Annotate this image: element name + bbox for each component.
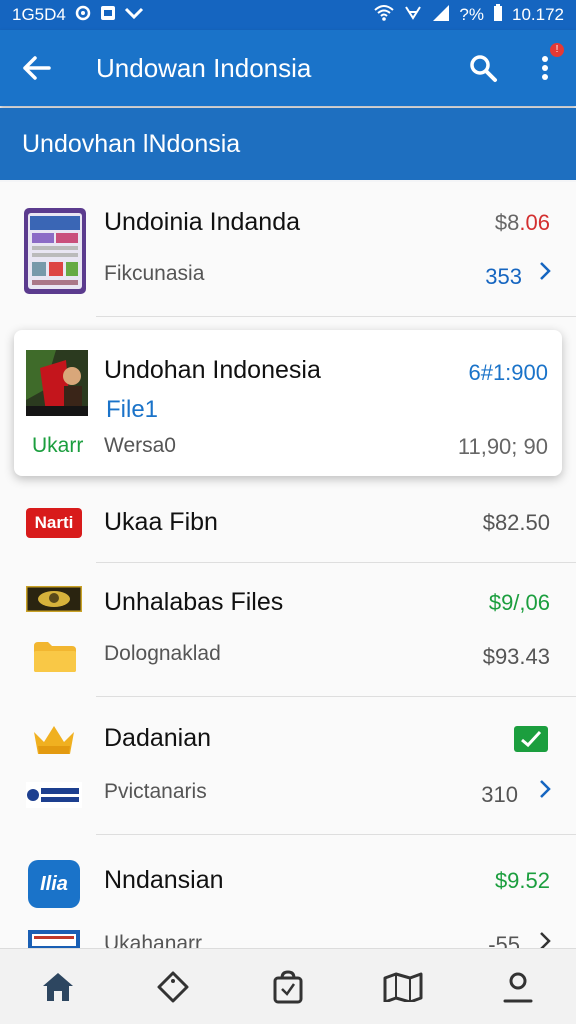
app-title: Undowan Indonsia (96, 52, 312, 83)
wifi-icon (373, 4, 395, 27)
item-meta: 310 (481, 782, 518, 807)
item-meta: -55 (488, 932, 520, 948)
signal-icon (431, 4, 451, 27)
app-screenshot-thumbnail (24, 208, 86, 294)
brand-logo (26, 782, 82, 808)
gold-banner-thumbnail (24, 584, 84, 614)
item-price: $9.52 (494, 868, 550, 893)
divider (96, 834, 576, 835)
check-icon (124, 6, 144, 24)
more-vert-icon[interactable]: ! (514, 41, 576, 83)
home-icon[interactable] (23, 957, 93, 1017)
item-meta: 11,90; 90 (457, 434, 548, 459)
item-title: Undoinia Indanda (104, 208, 300, 236)
chevron-right-icon[interactable] (538, 930, 552, 948)
item-subtitle: Dolognaklad (104, 642, 221, 665)
app-notification-icon (100, 5, 116, 25)
sync-icon (74, 4, 92, 26)
item-price: $82.50 (482, 510, 550, 535)
movie-poster-thumbnail (26, 350, 88, 416)
app-bar: Undowan Indonsia ! (0, 30, 576, 106)
item-file-link[interactable]: File1 (106, 396, 158, 424)
crown-icon (32, 724, 76, 756)
status-clock: 10.172 (512, 5, 564, 24)
battery-percent: ?% (459, 5, 484, 24)
item-subtitle: Fikcunasia (104, 262, 205, 285)
item-title: Ukaa Fibn (104, 508, 218, 536)
divider (96, 562, 576, 563)
chevron-right-icon[interactable] (538, 260, 552, 289)
back-arrow-icon[interactable] (0, 55, 72, 81)
item-price: 6#1:900 (468, 360, 548, 385)
battery-icon (492, 3, 504, 27)
list-item[interactable]: Unhalabas Files Dolognaklad $9/,06 $93.4… (0, 564, 576, 698)
notification-badge: ! (548, 41, 566, 59)
item-tag: Ukarr (32, 434, 84, 457)
divider (96, 696, 576, 697)
search-icon[interactable] (452, 53, 514, 83)
list-item[interactable]: Narti Ukaa Fibn $82.50 (0, 482, 576, 564)
status-bar: 1G5D4 ?% 10.172 (0, 0, 576, 30)
section-header: Undovhan lNdonsia (0, 108, 576, 180)
item-subtitle: Wersa0 (104, 434, 176, 457)
item-subtitle: Ukahanarr (104, 932, 203, 948)
bag-icon[interactable] (253, 957, 323, 1017)
map-icon[interactable] (368, 957, 438, 1017)
tag-icon[interactable] (138, 957, 208, 1017)
item-price: $9/,06 (488, 590, 550, 615)
list-item[interactable]: Ilia Nndansian Ukahanarr $9.52 -55 (0, 836, 576, 948)
item-title: Dadanian (104, 724, 212, 752)
item-meta: 353 (485, 264, 522, 289)
chevron-right-icon[interactable] (538, 778, 552, 807)
item-title: Undohan Indonesia (104, 356, 321, 384)
document-thumbnail (28, 930, 80, 948)
list-item-selected[interactable]: Undohan Indonesia File1 Ukarr Wersa0 6#1… (14, 330, 562, 476)
logo-badge-text: Narti (26, 508, 82, 538)
app-icon-text: Ilia (28, 860, 80, 908)
item-meta: $93.43 (482, 644, 550, 669)
status-time: 1G5D4 (12, 5, 66, 24)
folder-icon (32, 640, 78, 674)
divider (96, 316, 576, 317)
bottom-navigation (0, 948, 576, 1024)
profile-icon[interactable] (483, 957, 553, 1017)
green-check-tag-icon (514, 726, 548, 752)
list-item[interactable]: Undoinia Indanda Fikcunasia $8.06 353 (0, 182, 576, 318)
section-title: Undovhan lNdonsia (22, 129, 241, 158)
file-list: Undoinia Indanda Fikcunasia $8.06 353 Un… (0, 182, 576, 948)
blue-app-icon: Ilia (28, 860, 80, 908)
network-icon (403, 4, 423, 27)
item-title: Unhalabas Files (104, 588, 284, 616)
item-price: $8.06 (495, 210, 550, 236)
red-logo-badge: Narti (26, 508, 82, 538)
list-item[interactable]: Dadanian Pvictanaris 310 (0, 698, 576, 836)
item-subtitle: Pvictanaris (104, 780, 207, 803)
item-title: Nndansian (104, 866, 224, 894)
price-text: $8.06 (494, 210, 550, 235)
